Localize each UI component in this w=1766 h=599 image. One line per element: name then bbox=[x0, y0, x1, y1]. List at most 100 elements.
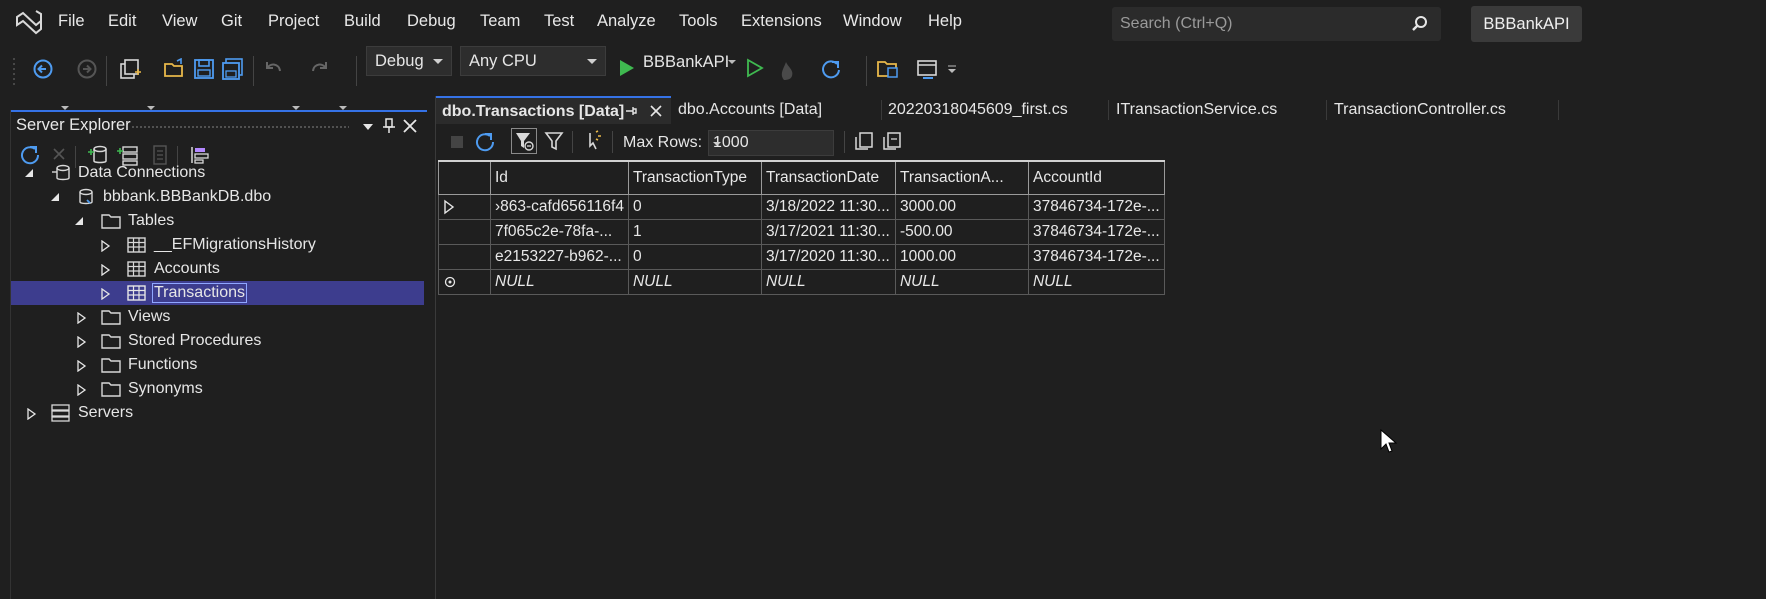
menu-project[interactable]: Project bbox=[268, 12, 319, 31]
tree-item-table-migrations[interactable]: __EFMigrationsHistory bbox=[11, 233, 424, 257]
new-row[interactable]: NULL NULL NULL NULL NULL bbox=[438, 268, 1165, 295]
window-layout-icon[interactable] bbox=[916, 58, 940, 80]
collapsed-arrow-icon[interactable] bbox=[77, 336, 87, 348]
solution-platform-dropdown[interactable]: Any CPU bbox=[460, 46, 606, 76]
tab-accounts-data[interactable]: dbo.Accounts [Data] bbox=[672, 96, 881, 124]
script-to-file-icon[interactable] bbox=[882, 131, 902, 151]
grid-cell[interactable]: 37846734-172e-... bbox=[1027, 218, 1165, 245]
start-target-label[interactable]: BBBankAPI bbox=[643, 53, 729, 72]
collapsed-arrow-icon[interactable] bbox=[77, 360, 87, 372]
table-row[interactable]: e2153227-b962-... 0 3/17/2020 11:30... 1… bbox=[438, 243, 1165, 270]
close-icon[interactable] bbox=[403, 119, 417, 133]
menu-test[interactable]: Test bbox=[544, 12, 574, 31]
row-selector[interactable] bbox=[438, 268, 491, 295]
tree-item-tables[interactable]: Tables bbox=[11, 209, 424, 233]
redo-icon[interactable] bbox=[309, 58, 331, 80]
collapsed-arrow-icon[interactable] bbox=[101, 240, 111, 252]
toolbar-overflow-icon[interactable] bbox=[947, 64, 957, 74]
grid-cell[interactable]: 0 bbox=[627, 243, 762, 270]
grid-cell[interactable]: -500.00 bbox=[894, 218, 1029, 245]
menu-window[interactable]: Window bbox=[843, 12, 902, 31]
tree-item-data-connections[interactable]: Data Connections bbox=[11, 161, 424, 185]
close-tab-icon[interactable] bbox=[650, 105, 662, 117]
tab-transactioncontroller[interactable]: TransactionController.cs bbox=[1328, 96, 1558, 124]
open-folder-icon[interactable] bbox=[163, 58, 187, 80]
menu-help[interactable]: Help bbox=[928, 12, 962, 31]
grid-cell[interactable]: NULL bbox=[894, 268, 1029, 295]
grid-corner-cell[interactable] bbox=[438, 160, 491, 195]
menu-analyze[interactable]: Analyze bbox=[597, 12, 656, 31]
grid-cell[interactable]: 3/18/2022 11:30... bbox=[760, 193, 896, 220]
column-header[interactable]: AccountId bbox=[1027, 160, 1165, 195]
stop-refresh-icon[interactable] bbox=[53, 148, 65, 160]
navigate-forward-icon[interactable] bbox=[76, 58, 98, 80]
visual-studio-logo-icon[interactable] bbox=[14, 9, 44, 35]
menu-extensions[interactable]: Extensions bbox=[741, 12, 822, 31]
tab-transactions-data[interactable]: dbo.Transactions [Data] bbox=[436, 96, 671, 124]
grid-cell[interactable]: NULL bbox=[490, 268, 629, 295]
column-header[interactable]: TransactionDate bbox=[760, 160, 896, 195]
grid-cell[interactable]: 37846734-172e-... bbox=[1027, 193, 1165, 220]
collapsed-arrow-icon[interactable] bbox=[77, 384, 87, 396]
grid-cell[interactable]: 37846734-172e-... bbox=[1027, 243, 1165, 270]
grid-cell[interactable]: 3/17/2020 11:30... bbox=[760, 243, 896, 270]
save-all-icon[interactable] bbox=[221, 58, 245, 80]
hot-reload-icon[interactable] bbox=[776, 58, 800, 82]
panel-options-icon[interactable] bbox=[363, 123, 373, 131]
menu-file[interactable]: File bbox=[58, 12, 85, 31]
expanded-arrow-icon[interactable] bbox=[75, 216, 85, 226]
menu-edit[interactable]: Edit bbox=[108, 12, 136, 31]
collapsed-arrow-icon[interactable] bbox=[27, 408, 37, 420]
tree-item-synonyms[interactable]: Synonyms bbox=[11, 377, 424, 401]
refresh-icon[interactable] bbox=[820, 58, 842, 80]
search-input[interactable]: Search (Ctrl+Q) bbox=[1112, 7, 1441, 41]
toolbar-grip-icon[interactable] bbox=[12, 56, 18, 86]
expanded-arrow-icon[interactable] bbox=[25, 168, 35, 178]
solution-configuration-dropdown[interactable]: Debug bbox=[366, 46, 452, 76]
grid-cell[interactable]: 0 bbox=[627, 193, 762, 220]
solution-explorer-icon[interactable] bbox=[876, 58, 900, 80]
grid-cell[interactable]: NULL bbox=[627, 268, 762, 295]
pin-icon[interactable] bbox=[383, 118, 395, 134]
stop-query-icon[interactable] bbox=[450, 135, 464, 149]
start-without-debugging-icon[interactable] bbox=[746, 58, 764, 78]
menu-tools[interactable]: Tools bbox=[679, 12, 718, 31]
undo-icon[interactable] bbox=[262, 58, 284, 80]
grid-cell[interactable]: NULL bbox=[760, 268, 896, 295]
collapsed-arrow-icon[interactable] bbox=[101, 264, 111, 276]
grid-cell[interactable]: NULL bbox=[1027, 268, 1165, 295]
row-selector[interactable] bbox=[438, 193, 491, 220]
grid-cell[interactable]: 3000.00 bbox=[894, 193, 1029, 220]
script-icon[interactable] bbox=[854, 131, 874, 151]
column-header[interactable]: TransactionA... bbox=[894, 160, 1029, 195]
menu-view[interactable]: View bbox=[162, 12, 197, 31]
row-selector[interactable] bbox=[438, 218, 491, 245]
column-header[interactable]: TransactionType bbox=[627, 160, 762, 195]
start-debugging-icon[interactable] bbox=[618, 58, 636, 78]
row-selector[interactable] bbox=[438, 243, 491, 270]
tree-item-table-transactions[interactable]: Transactions bbox=[11, 281, 424, 305]
tab-migration-file[interactable]: 20220318045609_first.cs bbox=[882, 96, 1108, 124]
grid-cell[interactable]: ›863-cafd656116f4 bbox=[490, 193, 629, 220]
menu-debug[interactable]: Debug bbox=[407, 12, 456, 31]
new-project-icon[interactable] bbox=[118, 58, 142, 82]
grid-cell[interactable]: 1000.00 bbox=[894, 243, 1029, 270]
tree-item-connection[interactable]: bbbank.BBBankDB.dbo bbox=[11, 185, 424, 209]
panel-drag-grip[interactable] bbox=[131, 125, 349, 129]
navigate-back-icon[interactable] bbox=[32, 58, 54, 80]
apply-filter-toggle[interactable] bbox=[511, 128, 537, 154]
tree-item-stored-procedures[interactable]: Stored Procedures bbox=[11, 329, 424, 353]
grid-cell[interactable]: 7f065c2e-78fa-... bbox=[490, 218, 629, 245]
grid-cell[interactable]: 1 bbox=[627, 218, 762, 245]
grid-cell[interactable]: e2153227-b962-... bbox=[490, 243, 629, 270]
filter-icon[interactable] bbox=[544, 130, 564, 152]
column-header[interactable]: Id bbox=[490, 160, 629, 195]
table-row[interactable]: ›863-cafd656116f4 0 3/18/2022 11:30... 3… bbox=[438, 193, 1165, 220]
pin-tab-icon[interactable] bbox=[625, 105, 637, 117]
generate-script-icon[interactable] bbox=[584, 130, 604, 152]
tree-item-views[interactable]: Views bbox=[11, 305, 424, 329]
project-name-badge[interactable]: BBBankAPI bbox=[1471, 6, 1582, 42]
table-row[interactable]: 7f065c2e-78fa-... 1 3/17/2021 11:30... -… bbox=[438, 218, 1165, 245]
tab-itransactionservice[interactable]: ITransactionService.cs bbox=[1110, 96, 1327, 124]
save-icon[interactable] bbox=[193, 58, 215, 80]
